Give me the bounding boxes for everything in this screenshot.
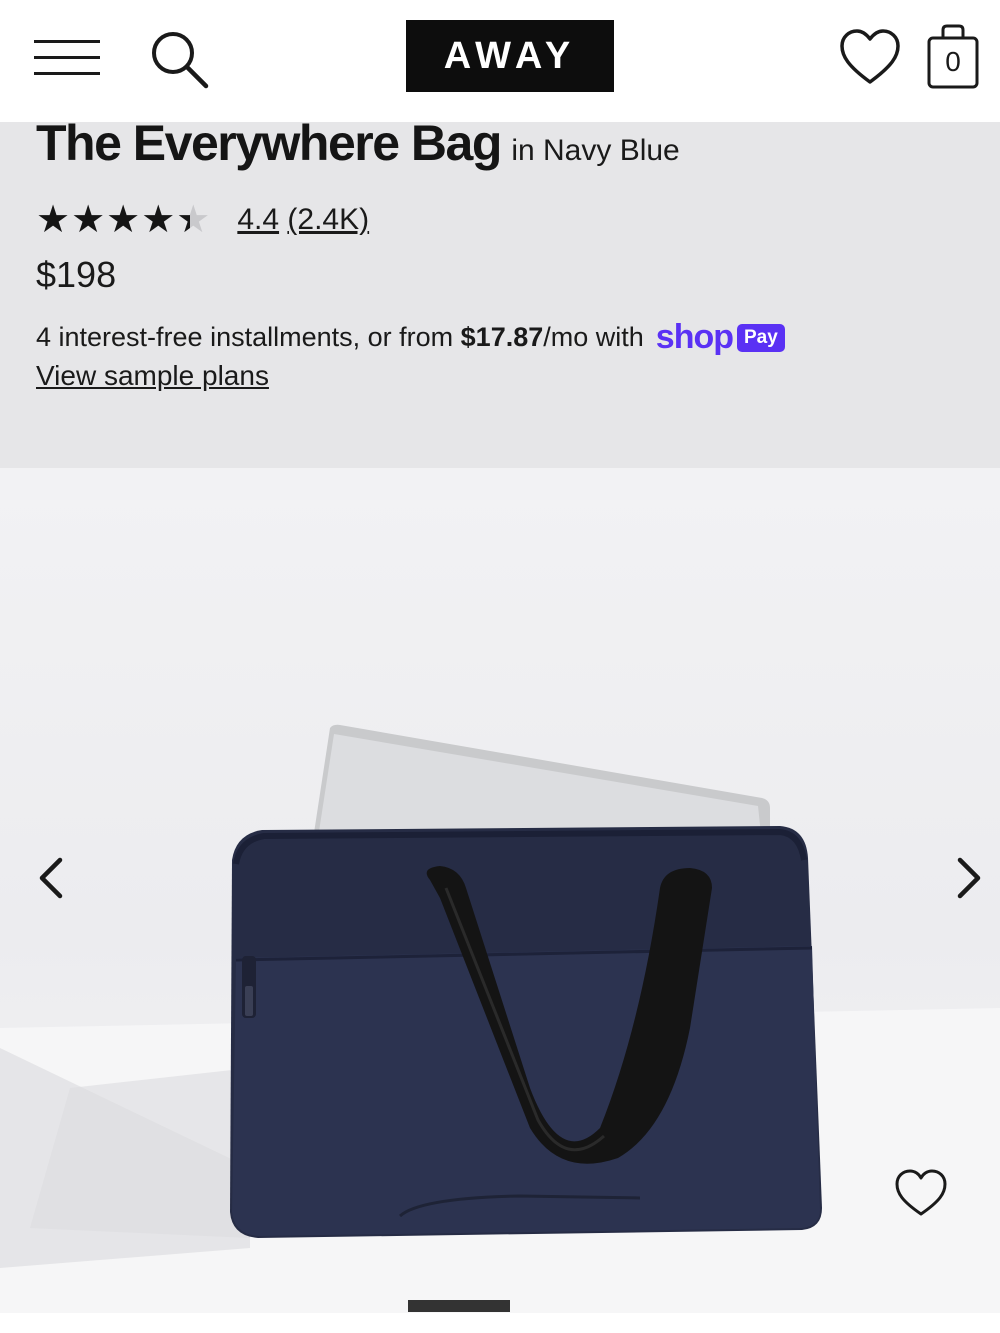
previous-image-button[interactable] <box>30 848 70 908</box>
gallery-progress-indicator <box>408 1300 510 1312</box>
installments-text-prefix: 4 interest-free installments, or from <box>36 322 461 352</box>
wishlist-button[interactable] <box>838 28 902 88</box>
rating-summary: 4.4 (2.4K) <box>237 203 369 237</box>
hamburger-menu-icon <box>34 56 100 59</box>
rating-value-link[interactable]: 4.4 <box>237 203 279 236</box>
installments-message: 4 interest-free installments, or from $1… <box>36 318 785 357</box>
chevron-right-icon <box>957 857 981 899</box>
gallery-progress-track <box>0 1313 1000 1333</box>
hamburger-menu-icon <box>34 72 100 75</box>
logo-text: AWAY <box>443 34 577 77</box>
product-info-panel: The Everywhere Bag in Navy Blue ★★★★★ ★★… <box>0 115 1000 468</box>
star-icons-filled: ★★★★★ <box>36 199 190 241</box>
away-logo[interactable]: AWAY <box>406 20 614 92</box>
view-sample-plans-link[interactable]: View sample plans <box>36 360 269 392</box>
color-label: in Navy Blue <box>511 134 680 167</box>
shop-pay-badge: Pay <box>737 323 785 352</box>
product-image-gallery[interactable] <box>0 468 1000 1313</box>
product-price: $198 <box>36 254 117 295</box>
save-to-wishlist-button[interactable] <box>893 1168 949 1220</box>
cart-button[interactable]: 0 <box>926 24 980 90</box>
site-header: AWAY 0 <box>0 0 1000 122</box>
shop-pay-logo: shop <box>655 318 734 356</box>
review-count-link[interactable]: (2.4K) <box>287 203 369 236</box>
product-name: The Everywhere Bag <box>36 115 502 171</box>
installments-text-suffix: /mo with <box>543 322 644 352</box>
search-icon <box>152 32 209 89</box>
cart-count: 0 <box>945 46 961 77</box>
chevron-left-icon <box>39 857 63 899</box>
rating-row: ★★★★★ ★★★★★ 4.4 (2.4K) <box>36 198 369 242</box>
product-title-row: The Everywhere Bag in Navy Blue <box>36 114 680 172</box>
heart-icon <box>895 1169 947 1216</box>
next-image-button[interactable] <box>950 848 990 908</box>
search-button[interactable] <box>146 28 212 92</box>
heart-icon <box>840 29 900 84</box>
hamburger-menu-icon <box>34 40 100 43</box>
product-image <box>0 724 1000 1313</box>
menu-button[interactable] <box>34 38 102 78</box>
monthly-amount: $17.87 <box>460 322 544 352</box>
star-rating: ★★★★★ ★★★★★ <box>36 198 211 242</box>
